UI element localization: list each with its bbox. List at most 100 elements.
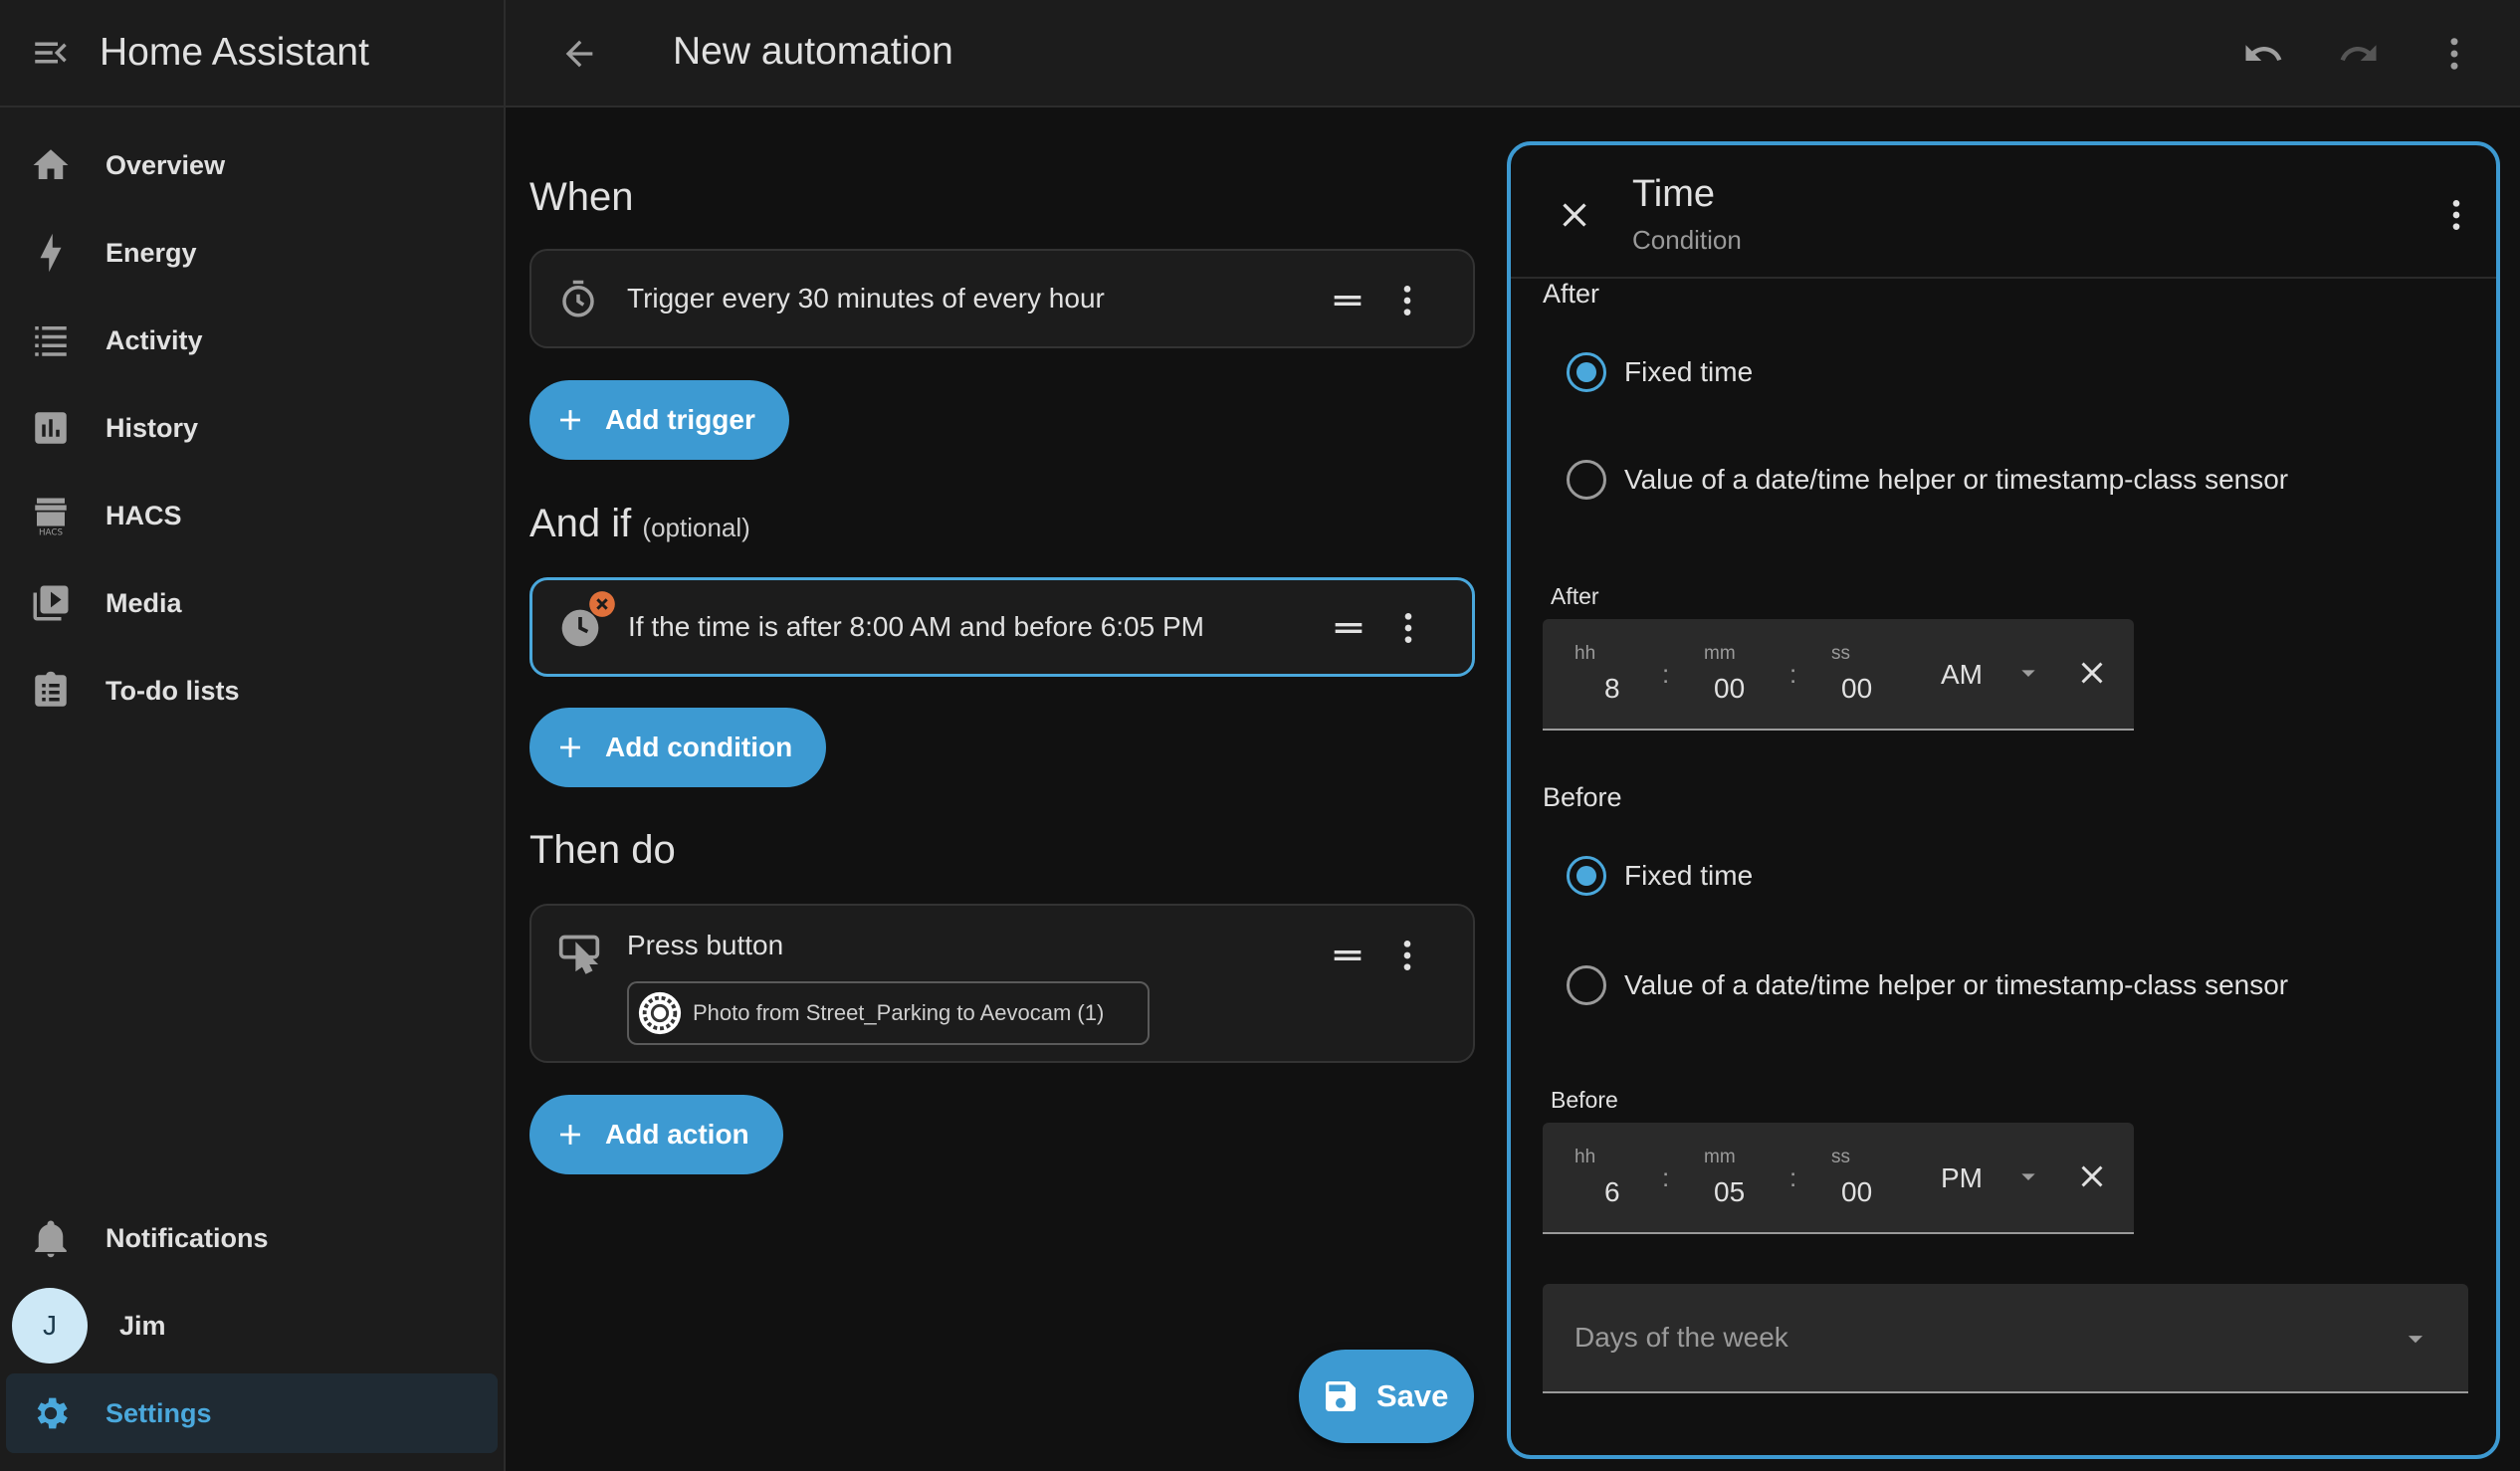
after-field-label: After <box>1551 583 1599 609</box>
sidebar-item-label: Media <box>105 587 182 618</box>
hh-label: hh <box>1575 643 1596 664</box>
bell-icon <box>30 1217 72 1259</box>
chart-box-icon <box>30 407 72 449</box>
sidebar-item-notifications[interactable]: Notifications <box>6 1198 498 1278</box>
hh-label: hh <box>1575 1147 1596 1167</box>
after-fixed-time-label: Fixed time <box>1624 356 1754 387</box>
sidebar-item-media[interactable]: Media <box>6 563 498 643</box>
after-ampm-select[interactable]: AM <box>1941 659 1983 691</box>
radio-checked[interactable] <box>1567 856 1606 896</box>
error-badge-icon <box>588 590 616 618</box>
more-vert-icon[interactable] <box>1387 936 1427 975</box>
sidebar-item-user[interactable]: J Jim <box>6 1286 498 1366</box>
cog-icon <box>30 1392 72 1434</box>
clear-icon[interactable] <box>2074 655 2110 691</box>
action-card[interactable]: Press button Photo from Street_Parking t… <box>529 904 1475 1063</box>
condition-detail-panel: Time Condition After Fixed time Value of… <box>1507 141 2500 1459</box>
section-and-if-title: And if (optional) <box>529 502 750 546</box>
dropdown-arrow-icon[interactable] <box>2012 1160 2044 1192</box>
before-ampm-select[interactable]: PM <box>1941 1162 1983 1194</box>
drag-handle-icon[interactable] <box>1328 936 1367 975</box>
close-icon[interactable] <box>1555 195 1594 235</box>
radio-unchecked[interactable] <box>1567 965 1606 1005</box>
before-second-input[interactable]: 00 <box>1841 1176 1872 1208</box>
add-trigger-label: Add trigger <box>605 404 755 435</box>
days-of-week-placeholder: Days of the week <box>1575 1322 1788 1353</box>
time-separator: : <box>1662 659 1670 689</box>
time-separator: : <box>1789 1162 1797 1192</box>
divider <box>1511 277 2496 279</box>
sidebar-item-history[interactable]: History <box>6 388 498 468</box>
and-if-label: And if <box>529 502 632 545</box>
hacs-icon: HACS <box>30 495 72 536</box>
plus-icon <box>553 1118 587 1152</box>
add-action-button[interactable]: Add action <box>529 1095 783 1174</box>
plus-icon <box>553 403 587 437</box>
before-hour-input[interactable]: 6 <box>1604 1176 1620 1208</box>
panel-title: Time <box>1632 173 1716 215</box>
add-condition-button[interactable]: Add condition <box>529 708 827 787</box>
save-label: Save <box>1376 1378 1449 1413</box>
sidebar-item-todo-lists[interactable]: To-do lists <box>6 651 498 731</box>
optional-label: (optional) <box>642 513 750 542</box>
before-minute-input[interactable]: 05 <box>1714 1176 1745 1208</box>
timer-sync-icon <box>557 279 599 320</box>
ss-label: ss <box>1831 1147 1850 1167</box>
add-trigger-button[interactable]: Add trigger <box>529 380 789 460</box>
radio-unchecked[interactable] <box>1567 460 1606 500</box>
sidebar-item-label: Activity <box>105 324 203 355</box>
after-fixed-time-option[interactable]: Fixed time <box>1567 352 1753 392</box>
after-heading: After <box>1543 279 1600 309</box>
trigger-card[interactable]: Trigger every 30 minutes of every hour <box>529 249 1475 348</box>
target-chip[interactable]: Photo from Street_Parking to Aevocam (1) <box>627 981 1150 1045</box>
target-chip-label: Photo from Street_Parking to Aevocam (1) <box>693 1000 1105 1025</box>
sidebar-item-hacs[interactable]: HACS HACS <box>6 476 498 555</box>
entity-image-icon <box>637 990 683 1036</box>
clear-icon[interactable] <box>2074 1158 2110 1194</box>
sidebar-item-overview[interactable]: Overview <box>6 125 498 205</box>
time-separator: : <box>1662 1162 1670 1192</box>
sidebar-item-activity[interactable]: Activity <box>6 301 498 380</box>
after-minute-input[interactable]: 00 <box>1714 673 1745 705</box>
sidebar-item-settings[interactable]: Settings <box>6 1373 498 1453</box>
redo-icon[interactable] <box>2335 30 2383 78</box>
before-helper-label: Value of a date/time helper or timestamp… <box>1624 969 2289 1000</box>
more-vert-icon[interactable] <box>1387 281 1427 320</box>
drag-handle-icon[interactable] <box>1328 281 1367 320</box>
sidebar-item-label: To-do lists <box>105 675 240 706</box>
add-condition-label: Add condition <box>605 732 793 762</box>
before-fixed-time-label: Fixed time <box>1624 860 1754 891</box>
clipboard-list-icon <box>30 670 72 712</box>
radio-checked[interactable] <box>1567 352 1606 392</box>
action-description: Press button <box>627 930 784 960</box>
more-vert-icon[interactable] <box>1388 608 1428 648</box>
drag-handle-icon[interactable] <box>1329 608 1368 648</box>
after-hour-input[interactable]: 8 <box>1604 673 1620 705</box>
back-arrow-icon[interactable] <box>555 30 603 78</box>
after-second-input[interactable]: 00 <box>1841 673 1872 705</box>
sidebar-item-label: History <box>105 412 199 443</box>
save-button[interactable]: Save <box>1299 1350 1474 1443</box>
more-vert-icon[interactable] <box>2436 195 2476 235</box>
after-time-input: hh 8 : mm 00 : ss 00 AM <box>1543 619 2134 731</box>
after-helper-option[interactable]: Value of a date/time helper or timestamp… <box>1567 460 2288 500</box>
app-title: Home Assistant <box>100 31 369 74</box>
undo-icon[interactable] <box>2239 30 2287 78</box>
days-of-week-select[interactable]: Days of the week <box>1543 1284 2468 1393</box>
dropdown-arrow-icon[interactable] <box>2012 657 2044 689</box>
sidebar-header: Home Assistant <box>0 0 504 107</box>
before-fixed-time-option[interactable]: Fixed time <box>1567 856 1753 896</box>
section-when-title: When <box>529 175 634 219</box>
condition-card[interactable]: If the time is after 8:00 AM and before … <box>529 577 1475 677</box>
sidebar-item-energy[interactable]: Energy <box>6 213 498 293</box>
before-field-label: Before <box>1551 1087 1618 1113</box>
home-icon <box>30 144 72 186</box>
after-helper-label: Value of a date/time helper or timestamp… <box>1624 464 2289 495</box>
sidebar-item-label: Energy <box>105 237 197 268</box>
svg-text:HACS: HACS <box>39 527 64 536</box>
more-vert-icon[interactable] <box>2430 30 2478 78</box>
before-helper-option[interactable]: Value of a date/time helper or timestamp… <box>1567 965 2288 1005</box>
before-heading: Before <box>1543 782 1622 812</box>
menu-collapse-icon[interactable] <box>30 32 72 74</box>
dropdown-arrow-icon[interactable] <box>2399 1322 2432 1356</box>
